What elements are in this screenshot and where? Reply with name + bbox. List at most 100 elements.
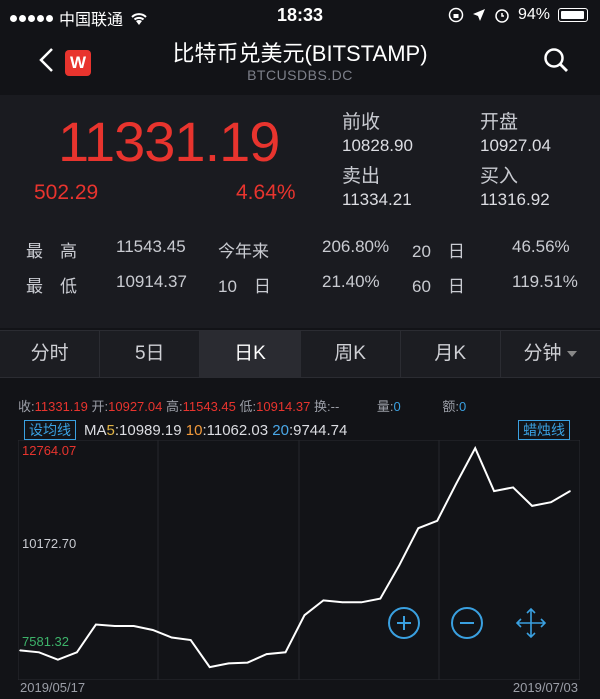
price-point-23 <box>455 482 458 485</box>
prev-close-label: 前收 <box>342 112 381 133</box>
search-icon[interactable] <box>542 46 570 74</box>
high-label: 最 高 <box>26 242 77 261</box>
price-point-24 <box>474 447 477 449</box>
price-point-10 <box>208 666 211 668</box>
price-point-6 <box>133 625 135 627</box>
price-point-3 <box>76 651 78 654</box>
symbol-code: BTCUSDBS.DC <box>247 67 353 83</box>
close-value: 11331.19 <box>34 399 88 414</box>
open-info-label: 开: <box>91 399 109 414</box>
tab-minute-label: 分钟 <box>523 343 562 364</box>
price-point-11 <box>227 662 230 665</box>
price-change-pct: 4.64% <box>236 181 296 204</box>
low-info-label: 低: <box>239 399 257 414</box>
buy-label: 买入 <box>480 166 519 187</box>
prev-close-value: 10828.90 <box>342 136 413 155</box>
amount-value: 0 <box>459 399 467 414</box>
price-point-19 <box>379 597 382 600</box>
price-point-28 <box>550 501 552 503</box>
fullscreen-icon[interactable] <box>514 606 548 640</box>
open-label: 开盘 <box>480 112 519 133</box>
location-icon <box>472 9 485 21</box>
high-info-value: 11543.45 <box>182 399 236 414</box>
period-tabs: 分时 5日 日K 周K 月K 分钟 <box>0 330 600 378</box>
battery-percent: 94% <box>517 6 550 23</box>
tab-monthly-k[interactable]: 月K <box>401 331 501 377</box>
rotation-lock-icon <box>448 7 464 23</box>
ma10-label: 10 <box>185 421 203 439</box>
price-line <box>19 445 571 669</box>
tab-minute[interactable]: 分钟 <box>501 331 600 377</box>
ma-legend: 设均线 MA5:10989.19 10:11062.03 20:9744.74 <box>24 420 347 440</box>
status-bar: 中国联通 18:33 94% <box>0 0 600 30</box>
ma5-value: 10989.19 <box>119 421 182 439</box>
price-point-22 <box>436 520 439 522</box>
ma20-value: 9744.74 <box>293 421 348 439</box>
sell: 卖出 11334.21 <box>342 161 412 210</box>
low-info-value: 10914.37 <box>256 399 311 414</box>
zoom-in-icon[interactable] <box>387 606 421 640</box>
prev-close: 前收 10828.90 <box>342 107 413 156</box>
d10-label: 10 日 <box>218 277 271 296</box>
alarm-icon <box>495 9 509 23</box>
d10-value: 21.40% <box>322 272 380 291</box>
y-label-max: 12764.07 <box>22 443 77 458</box>
price-point-17 <box>341 601 344 604</box>
volume-value: 0 <box>393 399 401 414</box>
price-point-4 <box>95 623 97 626</box>
volume-label: 量: <box>376 399 394 414</box>
ytd-label: 今年来 <box>218 242 269 261</box>
nav-bar: W 比特币兑美元(BITSTAMP) BTCUSDBS.DC <box>0 30 600 92</box>
y-label-min: 7581.32 <box>22 634 69 649</box>
low-label: 最 低 <box>26 277 77 296</box>
price-point-9 <box>189 639 192 641</box>
d20-value: 46.56% <box>512 237 570 256</box>
amount-label: 额: <box>442 399 460 414</box>
ma5-label: 5 <box>106 421 115 439</box>
ma20-label: 20 <box>272 421 289 439</box>
high-info-label: 高: <box>166 399 183 414</box>
chart-grid <box>18 440 580 680</box>
price-point-25 <box>493 490 495 492</box>
tab-5day[interactable]: 5日 <box>100 331 201 377</box>
ma-label: MA <box>84 421 107 439</box>
price-point-18 <box>360 601 363 604</box>
high-value: 11543.45 <box>116 237 186 256</box>
x-label-start: 2019/05/17 <box>20 680 86 695</box>
sell-value: 11334.21 <box>342 190 412 209</box>
price-change: 502.29 <box>34 181 99 204</box>
price-point-29 <box>569 490 571 492</box>
quote-panel: 11331.19 502.29 4.64% 前收 10828.90 开盘 109… <box>0 95 600 328</box>
open-value: 10927.04 <box>480 136 551 155</box>
tab-weekly-k[interactable]: 周K <box>301 331 401 377</box>
zoom-out-icon[interactable] <box>450 606 484 640</box>
price-point-1 <box>38 651 40 654</box>
price-chart[interactable] <box>18 440 580 680</box>
price-point-21 <box>417 527 420 529</box>
open: 开盘 10927.04 <box>480 107 551 156</box>
tab-intraday[interactable]: 分时 <box>0 331 101 377</box>
caret-down-icon <box>567 350 578 357</box>
tab-daily-k[interactable]: 日K <box>200 331 301 377</box>
ma10-value: 11062.03 <box>206 421 269 439</box>
price-point-7 <box>152 629 154 631</box>
d60-value: 119.51% <box>512 272 578 291</box>
candlestick-toggle-button[interactable]: 蜡烛线 <box>518 420 570 440</box>
price-point-12 <box>246 661 249 664</box>
price-point-2 <box>57 658 59 661</box>
set-ma-button[interactable]: 设均线 <box>24 420 76 440</box>
price-point-27 <box>531 505 533 507</box>
price-point-14 <box>284 651 287 654</box>
ytd-value: 206.80% <box>322 237 390 256</box>
low-value: 10914.37 <box>116 272 187 291</box>
price-point-5 <box>114 625 116 627</box>
battery-icon <box>558 8 588 22</box>
price-point-13 <box>265 653 268 655</box>
x-label-end: 2019/07/03 <box>512 680 578 695</box>
last-price: 11331.19 <box>58 110 280 173</box>
d60-label: 60 日 <box>412 277 465 296</box>
y-label-mid: 10172.70 <box>22 536 77 551</box>
open-info-value: 10927.04 <box>108 399 163 414</box>
ma-values: MA5:10989.19 10:11062.03 20:9744.74 <box>84 421 348 439</box>
turnover-value: -- <box>330 399 340 414</box>
